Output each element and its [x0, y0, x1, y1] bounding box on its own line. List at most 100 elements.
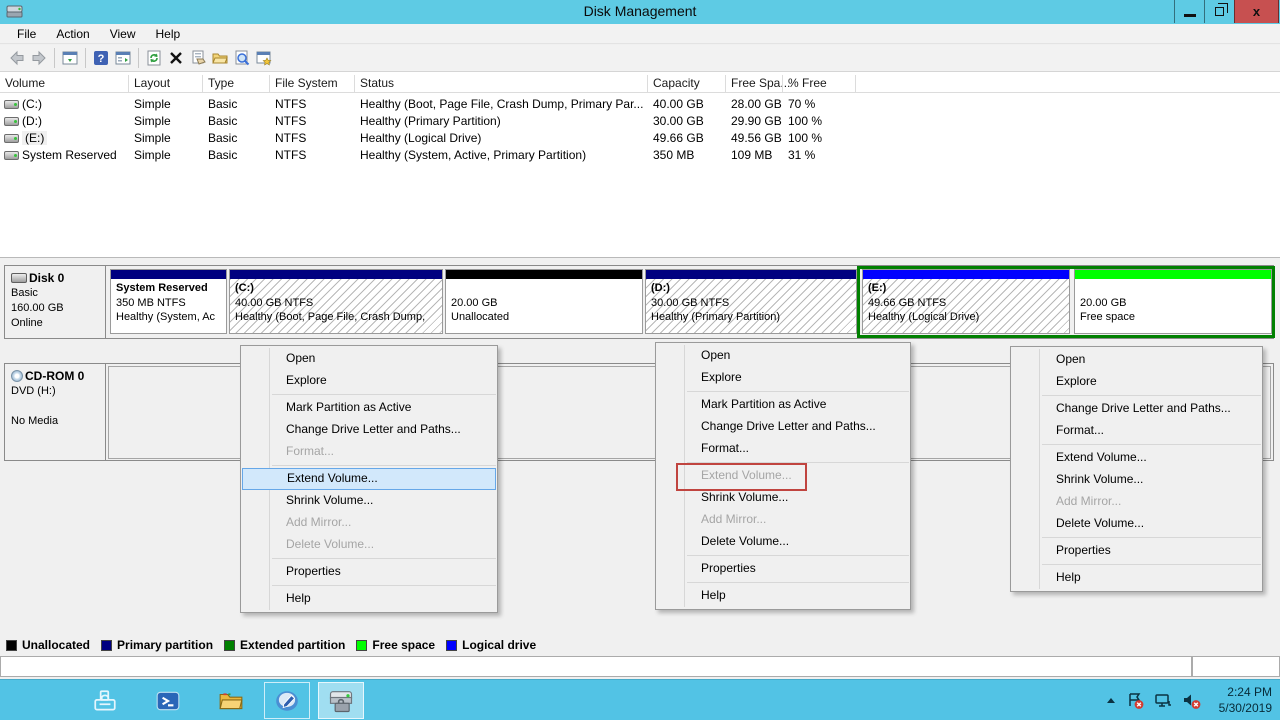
legend-swatch — [224, 640, 235, 651]
menu-item-extend-volume[interactable]: Extend Volume... — [242, 468, 496, 490]
volume-status: Healthy (Primary Partition) — [360, 114, 643, 128]
col-status[interactable]: Status — [360, 76, 394, 90]
menu-item-mark-partition-active[interactable]: Mark Partition as Active — [657, 394, 909, 416]
menu-item-extend-volume[interactable]: Extend Volume... — [1012, 447, 1261, 469]
menu-item-delete-volume[interactable]: Delete Volume... — [1012, 513, 1261, 535]
column-divider[interactable] — [647, 75, 648, 92]
menu-item-change-drive-letter[interactable]: Change Drive Letter and Paths... — [242, 419, 496, 441]
menu-item-shrink-volume[interactable]: Shrink Volume... — [1012, 469, 1261, 491]
open-folder-icon[interactable] — [209, 47, 231, 69]
column-divider[interactable] — [202, 75, 203, 92]
disk-utility-taskbar-icon[interactable] — [264, 682, 310, 719]
menu-item-open[interactable]: Open — [242, 348, 496, 370]
menu-item-help[interactable]: Help — [242, 588, 496, 610]
legend-item-unallocated: Unallocated — [6, 638, 90, 652]
col-volume[interactable]: Volume — [5, 76, 45, 90]
menu-item-explore[interactable]: Explore — [657, 367, 909, 389]
menu-item-format[interactable]: Format... — [657, 438, 909, 460]
menu-help[interactable]: Help — [147, 25, 190, 43]
partition-size: 20.00 GB — [1080, 296, 1267, 311]
partition-status: Healthy (Logical Drive) — [868, 310, 1065, 325]
volume-capacity: 49.66 GB — [653, 131, 704, 145]
column-divider[interactable] — [782, 75, 783, 92]
partition-system-reserved[interactable]: System Reserved 350 MB NTFS Healthy (Sys… — [110, 269, 227, 334]
partition-free-space[interactable]: 20.00 GB Free space — [1074, 269, 1272, 334]
console-window-icon[interactable] — [59, 47, 81, 69]
properties-icon[interactable] — [187, 47, 209, 69]
menu-item-shrink-volume[interactable]: Shrink Volume... — [242, 490, 496, 512]
volume-row-e[interactable]: (E:) Simple Basic NTFS Healthy (Logical … — [0, 130, 1280, 147]
col-pct-free[interactable]: % Free — [788, 76, 827, 90]
menu-item-delete-volume[interactable]: Delete Volume... — [657, 531, 909, 553]
volume-muted-icon[interactable] — [1182, 692, 1202, 710]
cdrom-name: CD-ROM 0 — [25, 369, 84, 383]
col-layout[interactable]: Layout — [134, 76, 170, 90]
menu-item-change-drive-letter[interactable]: Change Drive Letter and Paths... — [1012, 398, 1261, 420]
menu-item-add-mirror: Add Mirror... — [1012, 491, 1261, 513]
menu-item-mark-partition-active[interactable]: Mark Partition as Active — [242, 397, 496, 419]
show-hidden-icons-icon[interactable] — [1105, 696, 1117, 706]
volume-status: Healthy (System, Active, Primary Partiti… — [360, 148, 643, 162]
menu-item-open[interactable]: Open — [1012, 349, 1261, 371]
restore-button[interactable] — [1204, 0, 1234, 23]
menu-item-shrink-volume[interactable]: Shrink Volume... — [657, 487, 909, 509]
menu-item-properties[interactable]: Properties — [1012, 540, 1261, 562]
menu-item-help[interactable]: Help — [657, 585, 909, 607]
server-manager-taskbar-icon[interactable] — [82, 682, 128, 719]
partition-c[interactable]: (C:) 40.00 GB NTFS Healthy (Boot, Page F… — [229, 269, 443, 334]
extended-partition-container: (E:) 49.66 GB NTFS Healthy (Logical Driv… — [857, 266, 1275, 338]
partition-unallocated[interactable]: 20.00 GB Unallocated — [445, 269, 643, 334]
col-capacity[interactable]: Capacity — [653, 76, 700, 90]
help-icon[interactable]: ? — [90, 47, 112, 69]
partition-size: 40.00 GB NTFS — [235, 296, 438, 311]
col-type[interactable]: Type — [208, 76, 234, 90]
partition-size: 350 MB NTFS — [116, 296, 222, 311]
powershell-taskbar-icon[interactable] — [145, 682, 191, 719]
back-icon[interactable] — [6, 47, 28, 69]
menu-item-change-drive-letter[interactable]: Change Drive Letter and Paths... — [657, 416, 909, 438]
menu-item-open[interactable]: Open — [657, 345, 909, 367]
refresh-icon[interactable] — [143, 47, 165, 69]
volume-row-d[interactable]: (D:) Simple Basic NTFS Healthy (Primary … — [0, 113, 1280, 130]
menu-item-properties[interactable]: Properties — [242, 561, 496, 583]
column-divider[interactable] — [269, 75, 270, 92]
taskbar-clock[interactable]: 2:24 PM 5/30/2019 — [1219, 684, 1272, 716]
partition-d[interactable]: (D:) 30.00 GB NTFS Healthy (Primary Part… — [645, 269, 857, 334]
column-divider[interactable] — [855, 75, 856, 92]
delete-icon[interactable] — [165, 47, 187, 69]
legend-swatch — [6, 640, 17, 651]
column-divider[interactable] — [128, 75, 129, 92]
volume-row-c[interactable]: (C:) Simple Basic NTFS Healthy (Boot, Pa… — [0, 96, 1280, 113]
volume-free: 29.90 GB — [731, 114, 782, 128]
column-divider[interactable] — [354, 75, 355, 92]
partition-name: System Reserved — [116, 281, 222, 296]
file-explorer-taskbar-icon[interactable] — [208, 682, 254, 719]
minimize-button[interactable] — [1174, 0, 1204, 23]
close-button[interactable]: x — [1234, 0, 1279, 23]
volume-row-system-reserved[interactable]: System Reserved Simple Basic NTFS Health… — [0, 147, 1280, 164]
menu-file[interactable]: File — [8, 25, 45, 43]
console-tree-icon[interactable] — [112, 47, 134, 69]
disk-management-taskbar-icon[interactable] — [318, 682, 364, 719]
legend-label: Extended partition — [240, 638, 345, 652]
menu-action[interactable]: Action — [47, 25, 98, 43]
network-icon[interactable] — [1154, 692, 1173, 710]
forward-icon[interactable] — [28, 47, 50, 69]
menu-item-explore[interactable]: Explore — [1012, 371, 1261, 393]
column-divider[interactable] — [725, 75, 726, 92]
menu-item-format[interactable]: Format... — [1012, 420, 1261, 442]
cdrom-drive-letter: DVD (H:) — [11, 384, 101, 399]
menu-item-help[interactable]: Help — [1012, 567, 1261, 589]
disk0-info[interactable]: Disk 0 Basic 160.00 GB Online — [5, 266, 106, 338]
menu-item-properties[interactable]: Properties — [657, 558, 909, 580]
menu-item-explore[interactable]: Explore — [242, 370, 496, 392]
menu-view[interactable]: View — [101, 25, 145, 43]
wizard-icon[interactable] — [253, 47, 275, 69]
action-center-icon[interactable] — [1126, 692, 1145, 710]
cdrom-info[interactable]: CD-ROM 0 DVD (H:) No Media — [5, 364, 106, 460]
partition-name: (E:) — [868, 281, 1065, 296]
find-icon[interactable] — [231, 47, 253, 69]
partition-e[interactable]: (E:) 49.66 GB NTFS Healthy (Logical Driv… — [862, 269, 1070, 334]
col-file-system[interactable]: File System — [275, 76, 338, 90]
legend-swatch — [101, 640, 112, 651]
